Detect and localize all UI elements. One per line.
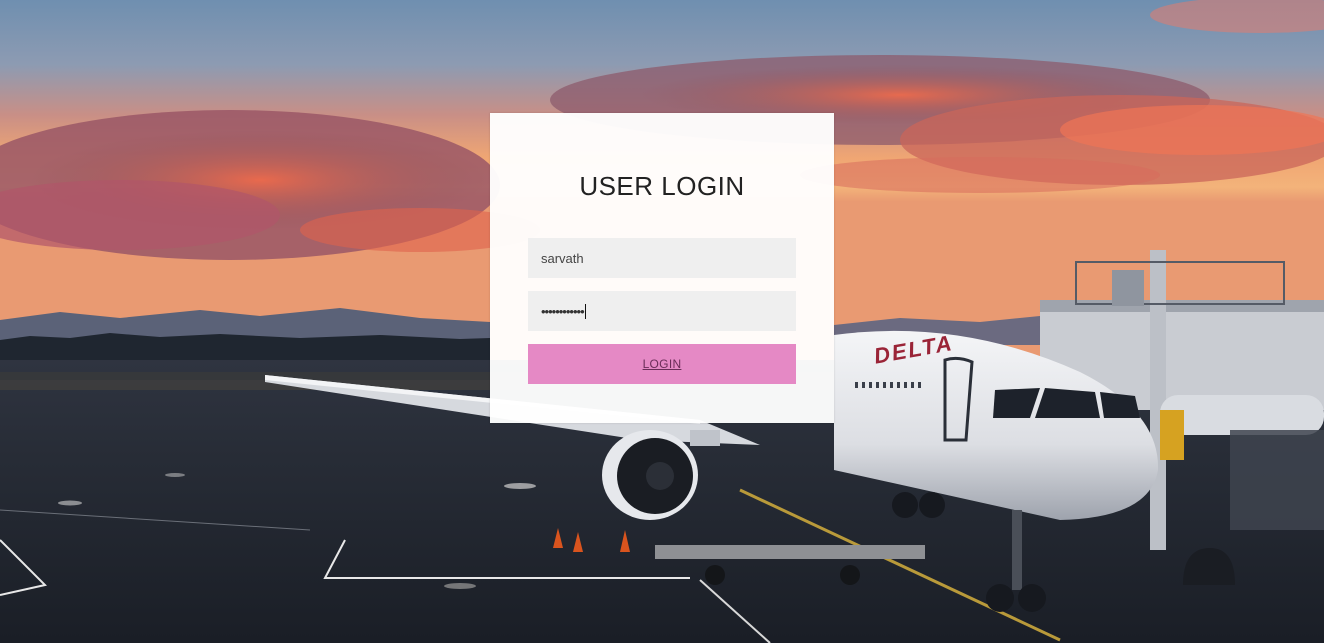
- login-title: USER LOGIN: [579, 171, 745, 201]
- login-button-label: LOGIN: [642, 357, 682, 371]
- login-card: USER LOGIN sarvath •••••••••••• LOGIN: [490, 113, 834, 423]
- password-masked-value: ••••••••••••: [541, 303, 585, 319]
- password-input[interactable]: ••••••••••••: [528, 291, 796, 331]
- username-value: sarvath: [541, 250, 584, 266]
- login-button[interactable]: LOGIN: [528, 344, 796, 384]
- text-caret: [584, 303, 586, 319]
- username-input[interactable]: sarvath: [528, 238, 796, 278]
